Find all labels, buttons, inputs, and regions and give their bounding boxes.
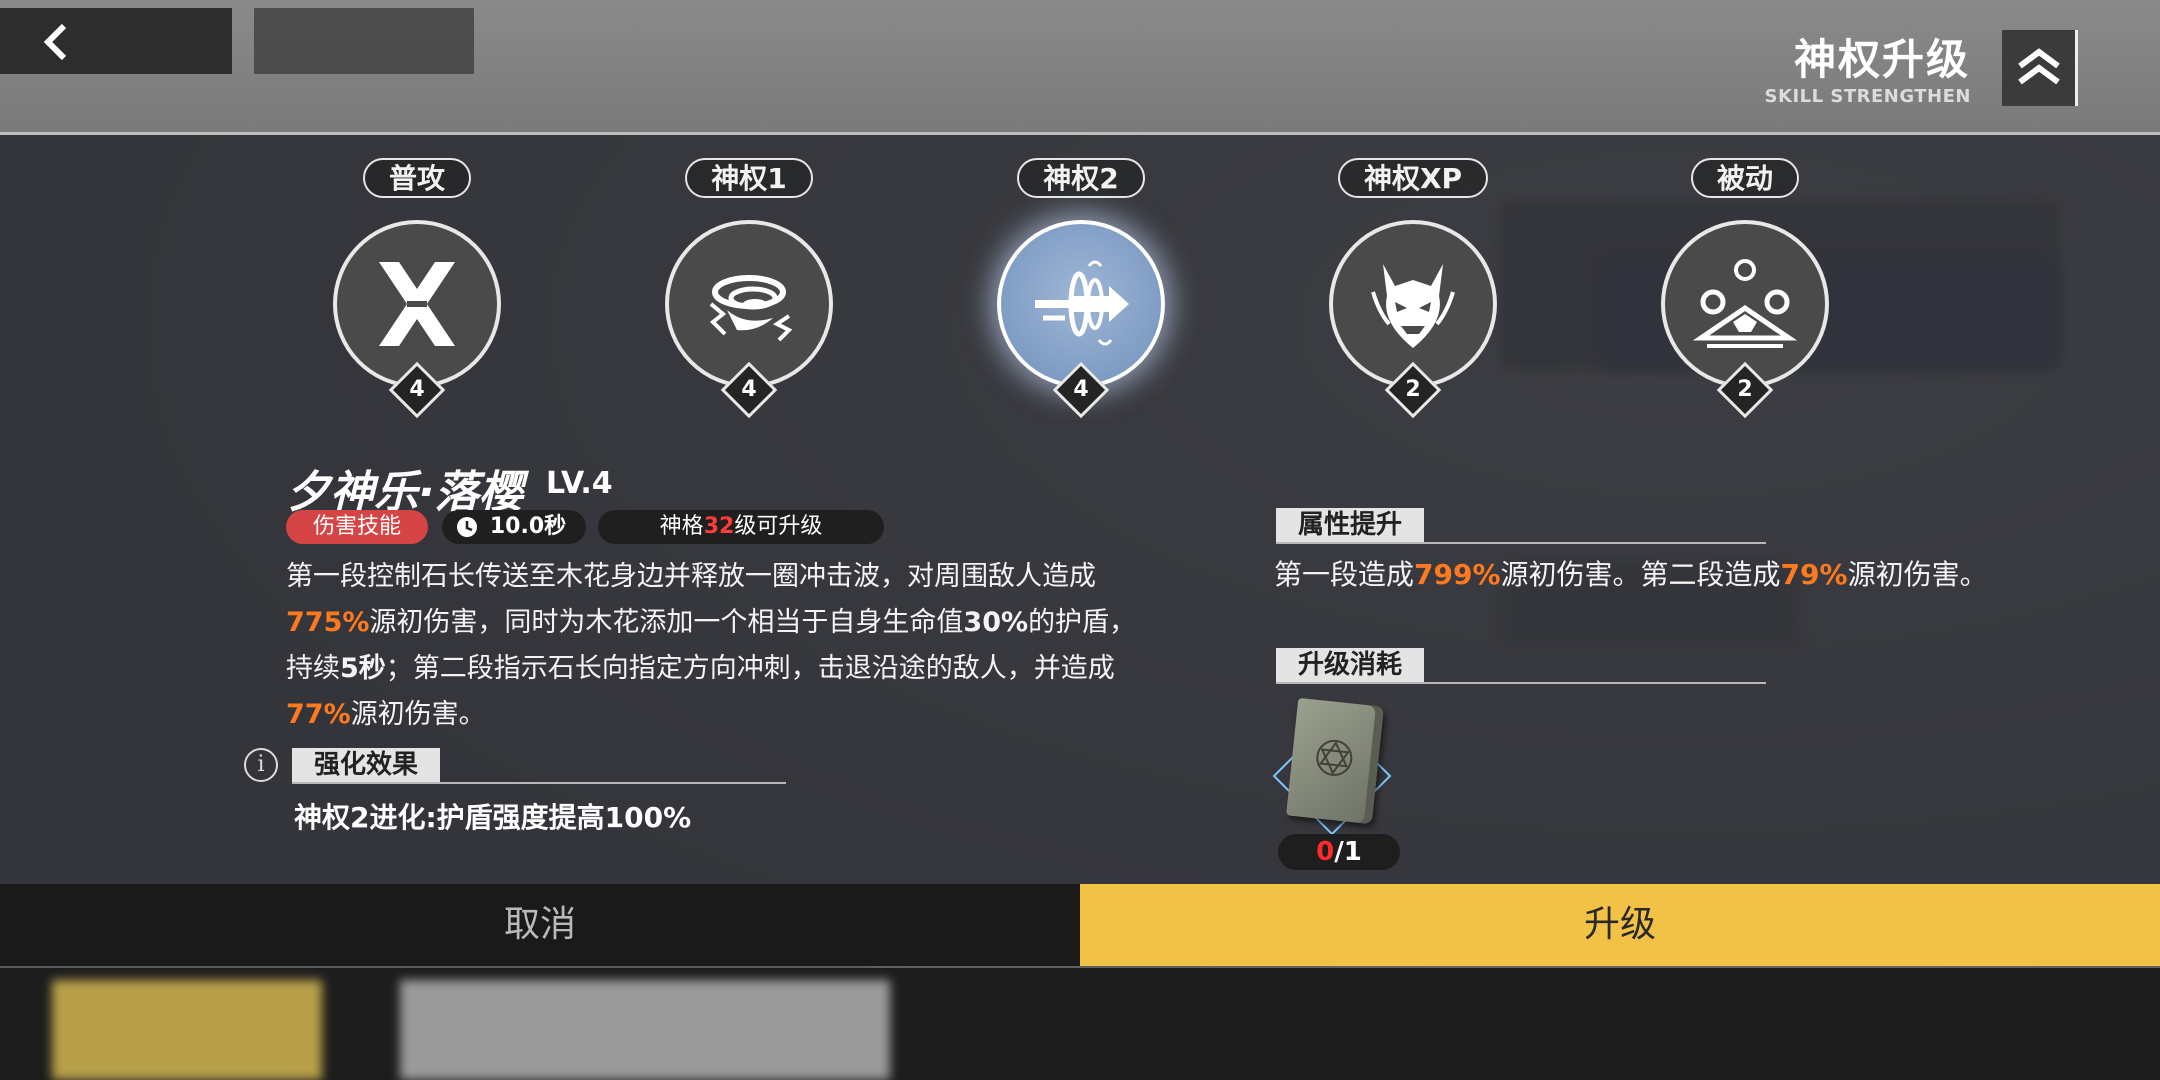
attr-value: 799% [1414,558,1501,591]
attribute-divider [1276,542,1766,544]
skill-tab-passive[interactable]: 被动 2 [1650,158,1840,419]
back-button[interactable] [0,8,232,74]
skill-level-value: 4 [409,377,425,402]
skill-description: 第一段控制石长传送至木花身边并释放一圈冲击波，对周围敌人造成 775%源初伤害，同… [286,554,1146,738]
upgrade-requirement-tag: 神格32级可升级 [598,510,884,544]
desc-value: 30% [963,607,1029,638]
requirement-prefix: 神格 [659,514,704,539]
attr-text: 源初伤害。 [1847,558,1988,591]
cost-heading: 升级消耗 [1276,648,1425,682]
cooldown-tag: 10.0秒 [442,510,586,544]
skill-tab-label: 神权2 [1017,158,1145,198]
cost-divider [1276,682,1766,684]
cooldown-value: 10.0秒 [489,514,567,539]
requirement-suffix: 级可升级 [734,514,823,539]
enhance-heading: 强化效果 [292,748,441,782]
skill-level-value: 4 [741,377,757,402]
enhance-text: 神权2进化:护盾强度提高100% [294,801,692,834]
dash-icon [1035,260,1129,346]
enhance-divider [292,782,786,784]
upgrade-button[interactable]: 升级 [1080,884,2160,966]
skill-tab-power-xp[interactable]: 神权XP 2 [1318,158,1508,419]
skill-icon-frame: 4 [665,220,833,419]
desc-value: 77% [286,699,351,730]
attr-text: 第一段造成 [1274,558,1415,591]
background-blur [52,980,322,1080]
slash-icon [379,262,455,346]
hexagram-emblem-icon [1316,739,1353,776]
skill-tab-label: 神权1 [685,158,813,198]
skill-tab-power-1[interactable]: 神权1 4 [654,158,844,419]
cost-item-count: 0/1 [1278,834,1400,870]
collapse-button[interactable] [2002,30,2078,106]
skill-icon-frame-selected: 4 [997,220,1165,419]
skill-level-value: 4 [1073,377,1089,402]
attr-value: 79% [1780,558,1848,591]
skill-icon-frame: 2 [1329,220,1497,419]
skill-tab-label: 普攻 [362,158,471,198]
skill-level: LV.4 [546,466,613,501]
top-secondary-button [254,8,474,74]
skill-tab-power-2[interactable]: 神权2 4 [986,158,1176,419]
skill-type-tag: 伤害技能 [286,510,428,544]
background-footer [0,968,2160,1080]
oni-mask-icon [1371,264,1455,348]
cost-item-slot[interactable] [1270,692,1410,842]
double-chevron-up-icon [2018,48,2060,85]
skill-level-value: 2 [1405,377,1421,402]
attribute-heading: 属性提升 [1276,508,1425,542]
vortex-icon [709,275,793,342]
desc-text: ；第二段指示石长向指定方向冲刺，击退沿途的敌人，并造成 [385,653,1115,684]
skill-level-value: 2 [1737,377,1753,402]
skill-book-icon [1286,697,1384,825]
chevron-left-icon [43,23,67,61]
desc-value: 5秒 [340,653,386,684]
item-required: /1 [1334,837,1362,867]
skill-tab-label: 被动 [1690,158,1799,198]
skill-tab-label: 神权XP [1337,158,1489,198]
page-title: 神权升级 [1793,35,1970,84]
page-subtitle: SKILL STRENGTHEN [1764,86,1971,107]
desc-value: 775% [286,607,370,638]
requirement-level: 32 [703,514,735,539]
orbs-icon [1693,259,1797,348]
desc-text: 源初伤害。 [350,699,486,730]
desc-text: 第一段控制石长传送至木花身边并释放一圈冲击波，对周围敌人造成 [286,561,1096,592]
attribute-text: 第一段造成799%源初伤害。第二段造成79%源初伤害。 [1274,552,1994,598]
cancel-button[interactable]: 取消 [0,884,1080,966]
background-blur [400,980,890,1080]
skill-tab-basic-attack[interactable]: 普攻 4 [322,158,512,419]
desc-text: 源初伤害，同时为木花添加一个相当于自身生命值 [369,607,964,638]
skill-icon-frame: 4 [333,220,501,419]
attr-text: 源初伤害。第二段造成 [1500,558,1781,591]
clock-icon [457,517,477,537]
skill-icon-frame: 2 [1661,220,1829,419]
info-icon[interactable]: i [244,748,278,782]
item-owned: 0 [1316,837,1335,867]
